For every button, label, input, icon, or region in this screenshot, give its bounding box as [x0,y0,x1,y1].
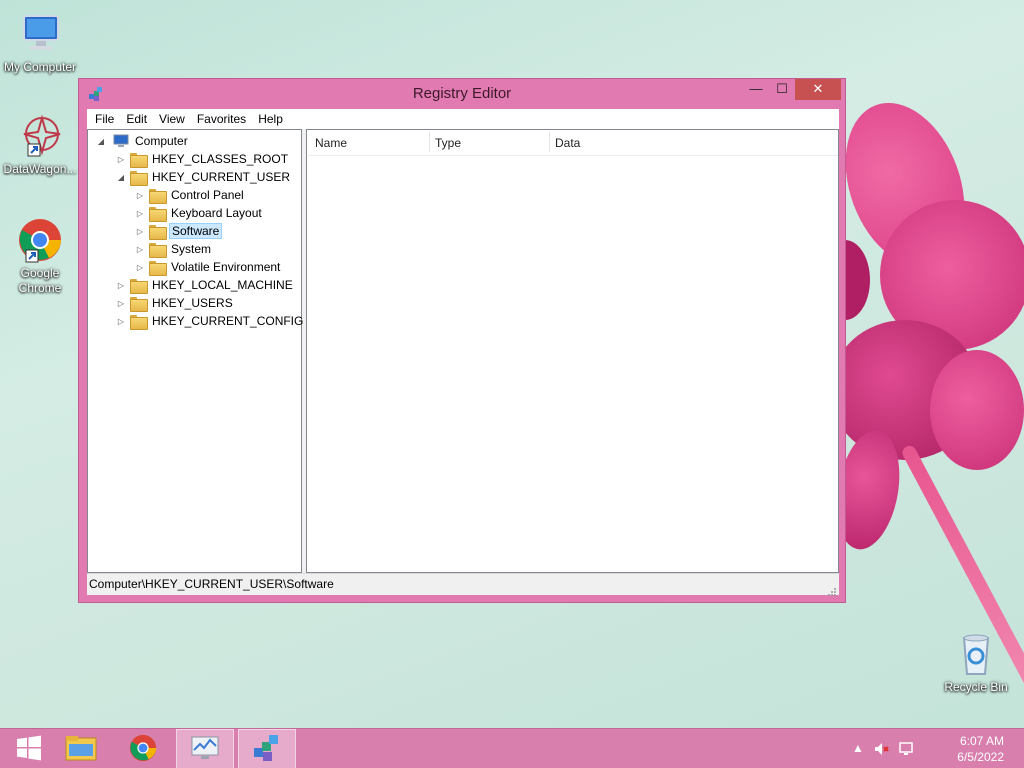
tree-node-hkey-users[interactable]: ▷ HKEY_USERS [116,294,235,312]
desktop-icon-label: Recycle Bin [944,680,1008,694]
taskbar-file-explorer[interactable] [52,729,110,768]
tree-node-label: HKEY_CURRENT_CONFIG [152,314,304,328]
desktop-icon-datawagon[interactable]: DataWagon... [0,112,80,177]
folder-icon [149,188,167,204]
values-list-pane[interactable]: Name Type Data [306,129,839,573]
expand-arrow-icon[interactable]: ▷ [135,209,145,218]
expand-arrow-icon[interactable]: ▷ [116,317,126,326]
datawagon-icon [16,112,64,160]
taskbar: ▲ 6:07 AM 6/5/2022 [0,728,1024,768]
expand-arrow-icon[interactable]: ▷ [135,263,145,272]
tree-node-label: System [171,242,212,256]
tree-node-label-selected: Software [169,223,223,239]
desktop-icon-label: Google Chrome [18,266,62,295]
chrome-icon [128,733,158,766]
collapse-arrow-icon[interactable]: ◢ [96,137,106,146]
expand-arrow-icon[interactable]: ▷ [116,299,126,308]
folder-icon [130,314,148,330]
menu-favorites[interactable]: Favorites [191,112,252,126]
volume-muted-icon[interactable] [874,741,890,760]
taskbar-registry-editor[interactable] [238,729,296,768]
menu-file[interactable]: File [89,112,120,126]
status-path: Computer\HKEY_CURRENT_USER\Software [89,577,334,591]
menu-help[interactable]: Help [252,112,289,126]
clock-date: 6/5/2022 [957,750,1004,764]
folder-icon [149,260,167,276]
tree-node-software[interactable]: ▷ Software [135,222,223,240]
status-bar: Computer\HKEY_CURRENT_USER\Software [87,573,839,596]
folder-icon [130,170,148,186]
computer-icon [112,134,130,148]
maximize-button[interactable]: ☐ [769,79,795,100]
tree-node-control-panel[interactable]: ▷ Control Panel [135,186,246,204]
tree-node-hkey-local-machine[interactable]: ▷ HKEY_LOCAL_MACHINE [116,276,295,294]
computer-icon [16,10,64,58]
tree-node-system[interactable]: ▷ System [135,240,213,258]
title-bar[interactable]: Registry Editor — ☐ ✕ [79,79,845,109]
expand-arrow-icon[interactable]: ▷ [135,227,145,236]
expand-arrow-icon[interactable]: ▷ [135,191,145,200]
resize-grip-icon[interactable] [827,583,837,596]
tree-node-label: Computer [135,134,188,148]
folder-icon [149,206,167,222]
expand-arrow-icon[interactable]: ▷ [116,155,126,164]
taskbar-performance-monitor[interactable] [176,729,234,768]
tree-node-label: HKEY_CLASSES_ROOT [152,152,289,166]
desktop-icon-label: DataWagon... [3,162,77,176]
registry-tree-pane[interactable]: ◢ Computer ▷ HKEY_CLASSES_ROOT ◢ HKEY_CU… [87,129,305,573]
folder-icon [149,224,167,240]
header-divider [307,155,838,156]
tree-node-volatile-environment[interactable]: ▷ Volatile Environment [135,258,282,276]
network-icon[interactable] [898,741,914,760]
tree-node-label: Keyboard Layout [171,206,262,220]
folder-icon [130,296,148,312]
start-button[interactable] [0,729,58,768]
chrome-icon [16,216,64,264]
tree-node-hkey-current-config[interactable]: ▷ HKEY_CURRENT_CONFIG [116,312,305,330]
minimize-button[interactable]: — [743,79,769,100]
editor-client-area: ◢ Computer ▷ HKEY_CLASSES_ROOT ◢ HKEY_CU… [87,129,839,573]
tree-node-keyboard-layout[interactable]: ▷ Keyboard Layout [135,204,264,222]
recycle-bin-icon [952,630,1000,678]
desktop-icon-label: My Computer [3,60,77,74]
column-header-name[interactable]: Name [315,136,347,150]
windows-logo-icon [16,735,42,764]
column-divider[interactable] [429,132,430,152]
registry-editor-window: Registry Editor — ☐ ✕ File Edit View Fav… [78,78,846,603]
window-title: Registry Editor [412,85,512,102]
tree-node-computer[interactable]: ◢ Computer [96,132,190,150]
tree-node-label: HKEY_USERS [152,296,233,310]
tree-node-label: HKEY_LOCAL_MACHINE [152,278,293,292]
registry-editor-icon [252,733,282,766]
expand-arrow-icon[interactable]: ▷ [116,281,126,290]
expand-arrow-icon[interactable]: ▷ [135,245,145,254]
desktop-icon-google-chrome[interactable]: Google Chrome [0,216,80,296]
collapse-arrow-icon[interactable]: ◢ [116,173,126,182]
column-divider[interactable] [549,132,550,152]
folder-icon [130,278,148,294]
folder-icon [149,242,167,258]
file-explorer-icon [65,734,97,765]
clock-time: 6:07 AM [959,734,1004,748]
taskbar-google-chrome[interactable] [114,729,172,768]
desktop-icon-recycle-bin[interactable]: Recycle Bin [936,630,1016,695]
column-header-data[interactable]: Data [555,136,580,150]
menu-view[interactable]: View [153,112,191,126]
tree-node-label: Volatile Environment [171,260,281,274]
close-button[interactable]: ✕ [795,79,841,100]
column-header-type[interactable]: Type [435,136,461,150]
performance-monitor-icon [190,734,220,765]
menu-edit[interactable]: Edit [120,112,153,126]
folder-icon [130,152,148,168]
desktop-icon-my-computer[interactable]: My Computer [0,10,80,75]
tree-node-label: HKEY_CURRENT_USER [152,170,291,184]
system-clock[interactable]: 6:07 AM 6/5/2022 [957,733,1004,765]
tree-node-hkey-current-user[interactable]: ◢ HKEY_CURRENT_USER [116,168,292,186]
tree-node-hkey-classes-root[interactable]: ▷ HKEY_CLASSES_ROOT [116,150,290,168]
tree-node-label: Control Panel [171,188,244,202]
show-hidden-icons-chevron-icon[interactable]: ▲ [852,741,864,755]
menu-bar: File Edit View Favorites Help [87,109,839,129]
